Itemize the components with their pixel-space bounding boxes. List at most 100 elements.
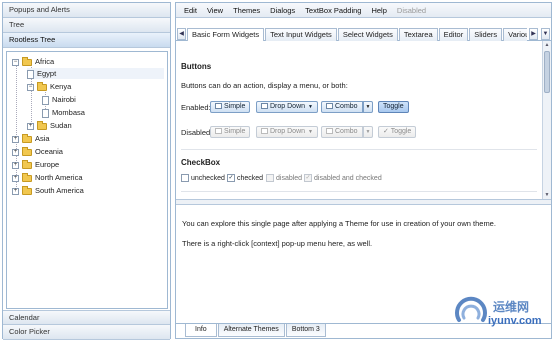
tab-textarea[interactable]: Textarea xyxy=(398,28,438,41)
tree-node-kenya[interactable]: − Kenya xyxy=(27,81,71,92)
tab-bottom-3[interactable]: Bottom 3 xyxy=(285,324,326,337)
watermark: 运维网 iyunv.com xyxy=(453,294,545,332)
folder-icon xyxy=(22,172,32,182)
dropdown-button[interactable]: Drop Down ▼ xyxy=(256,101,318,113)
scroll-up-icon[interactable]: ▲ xyxy=(543,41,551,49)
chevron-down-icon: ▼ xyxy=(308,104,313,110)
tab-content-basic-form: Buttons Buttons can do an action, displa… xyxy=(176,41,542,196)
tab-scroll-left-icon[interactable]: ◀ xyxy=(177,28,186,40)
buttons-heading: Buttons xyxy=(181,62,212,71)
menu-view[interactable]: View xyxy=(202,6,228,15)
expand-icon[interactable]: + xyxy=(12,148,19,156)
button-icon xyxy=(215,128,222,135)
expand-icon[interactable]: + xyxy=(27,122,34,130)
tree-node-egypt[interactable]: Egypt xyxy=(27,68,164,79)
button-icon xyxy=(261,103,268,110)
menu-dialogs[interactable]: Dialogs xyxy=(265,6,300,15)
document-icon xyxy=(27,69,34,79)
tree-node-mombasa[interactable]: Mombasa xyxy=(42,107,85,118)
tab-select-widgets[interactable]: Select Widgets xyxy=(337,28,398,41)
disabled-label: Disabled: xyxy=(181,128,213,137)
combo-arrow-button[interactable]: ▼ xyxy=(363,101,373,113)
expand-icon[interactable]: + xyxy=(12,161,19,169)
tree-node-sudan[interactable]: + Sudan xyxy=(27,120,72,131)
tree-node-europe[interactable]: + Europe xyxy=(12,159,59,170)
scroll-down-icon[interactable]: ▼ xyxy=(543,191,551,199)
main-panel: Edit View Themes Dialogs TextBox Padding… xyxy=(175,2,552,339)
watermark-cn: 运维网 xyxy=(493,300,530,314)
simple-button[interactable]: Simple xyxy=(210,101,251,113)
checkbox-checked[interactable]: ✓ checked xyxy=(227,174,263,183)
folder-icon xyxy=(22,185,32,195)
collapse-icon[interactable]: − xyxy=(12,58,19,66)
tree-node-north-america[interactable]: + North America xyxy=(12,172,83,183)
accordion-header-tree[interactable]: Tree xyxy=(3,18,170,33)
tab-sliders[interactable]: Sliders xyxy=(469,28,503,41)
folder-icon xyxy=(22,146,32,156)
toggle-button[interactable]: Toggle xyxy=(378,101,409,113)
tree-node-africa[interactable]: − Africa xyxy=(12,56,54,67)
menu-textbox-padding[interactable]: TextBox Padding xyxy=(300,6,366,15)
combo-arrow-button-disabled: ▼ xyxy=(363,126,373,138)
accordion-header-color-picker[interactable]: Color Picker xyxy=(3,325,170,340)
tree-node-oceania[interactable]: + Oceania xyxy=(12,146,63,157)
section-divider xyxy=(181,149,537,150)
tab-info[interactable]: Info xyxy=(185,324,217,337)
expand-icon[interactable]: + xyxy=(12,135,19,143)
accordion-panel: Popups and Alerts Tree Rootless Tree − Af… xyxy=(2,2,171,340)
collapse-icon[interactable]: − xyxy=(27,83,34,91)
menu-themes[interactable]: Themes xyxy=(228,6,265,15)
menu-bar: Edit View Themes Dialogs TextBox Padding… xyxy=(176,3,551,18)
section-divider xyxy=(181,191,537,192)
checkbox-icon[interactable] xyxy=(181,174,189,183)
watermark-logo-icon xyxy=(455,296,487,322)
accordion-header-rootless-tree[interactable]: Rootless Tree xyxy=(3,33,170,48)
folder-open-icon xyxy=(37,81,47,91)
accordion-header-popups[interactable]: Popups and Alerts xyxy=(3,3,170,18)
folder-icon xyxy=(22,133,32,143)
tab-strip: Basic Form Widgets Text Input Widgets Se… xyxy=(187,28,527,41)
checkmark-icon: ✓ xyxy=(383,128,391,135)
checkbox-disabled-checked: ✓ disabled and checked xyxy=(304,174,382,183)
menu-help[interactable]: Help xyxy=(366,6,391,15)
tab-text-input-widgets[interactable]: Text Input Widgets xyxy=(265,28,337,41)
toggle-button-disabled: ✓ Toggle xyxy=(378,126,417,138)
tab-editor[interactable]: Editor xyxy=(438,28,469,41)
document-icon xyxy=(42,95,49,105)
content-scrollbar[interactable]: ▲ ▼ xyxy=(542,41,551,199)
expand-icon[interactable]: + xyxy=(12,187,19,195)
checkbox-checked-icon: ✓ xyxy=(304,174,312,183)
combo-button-disabled: Combo xyxy=(321,126,363,138)
button-icon xyxy=(326,103,333,110)
tab-various[interactable]: Variou xyxy=(503,28,527,41)
checkbox-icon xyxy=(266,174,274,183)
menu-disabled: Disabled xyxy=(396,5,427,15)
tab-menu-dropdown-icon[interactable]: ▼ xyxy=(541,28,550,40)
tab-alternate-themes[interactable]: Alternate Themes xyxy=(217,324,285,337)
button-icon xyxy=(261,128,268,135)
dropdown-button-disabled: Drop Down ▼ xyxy=(256,126,318,138)
menu-edit[interactable]: Edit xyxy=(179,6,202,15)
checkbox-unchecked[interactable]: unchecked xyxy=(181,174,225,183)
tab-basic-form-widgets[interactable]: Basic Form Widgets xyxy=(187,28,265,41)
expand-icon[interactable]: + xyxy=(12,174,19,182)
info-text-1: You can explore this single page after a… xyxy=(182,219,496,228)
combo-button[interactable]: Combo xyxy=(321,101,363,113)
button-icon xyxy=(215,103,222,110)
tab-scroll-right-icon[interactable]: ▶ xyxy=(529,28,538,40)
checkbox-checked-icon[interactable]: ✓ xyxy=(227,174,235,183)
watermark-url: iyunv.com xyxy=(488,315,542,327)
simple-button-disabled: Simple xyxy=(210,126,251,138)
chevron-down-icon: ▼ xyxy=(308,129,313,135)
tree-node-asia[interactable]: + Asia xyxy=(12,133,50,144)
checkbox-heading: CheckBox xyxy=(181,158,221,167)
checkbox-disabled: disabled xyxy=(266,174,302,183)
scroll-thumb[interactable] xyxy=(544,51,550,93)
tree-node-nairobi[interactable]: Nairobi xyxy=(42,94,76,105)
rootless-tree: − Africa Egypt − Kenya Nairobi Mombasa + Su… xyxy=(6,51,168,309)
folder-open-icon xyxy=(22,56,32,66)
button-icon xyxy=(326,128,333,135)
tree-node-south-america[interactable]: + South America xyxy=(12,185,84,196)
accordion-header-calendar[interactable]: Calendar xyxy=(3,310,170,325)
info-text-2: There is a right-click [context] pop-up … xyxy=(182,239,373,248)
